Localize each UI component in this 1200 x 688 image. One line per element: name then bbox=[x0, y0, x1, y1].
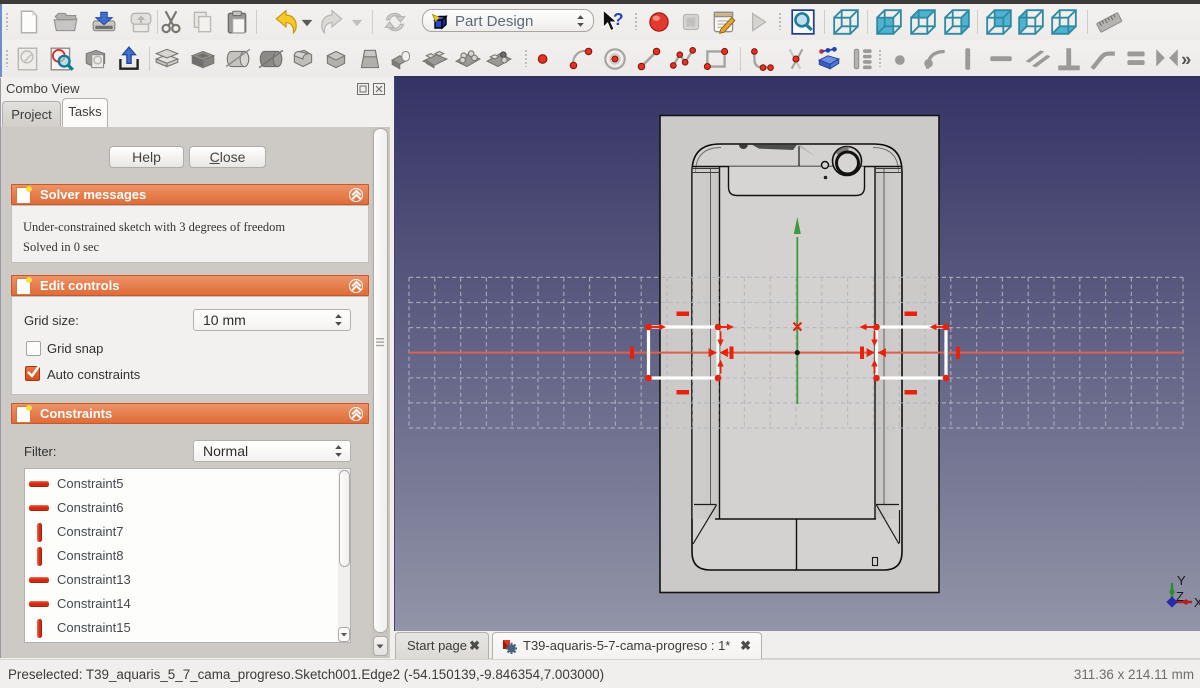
svg-text:Z: Z bbox=[1176, 589, 1184, 604]
svg-text:X: X bbox=[1194, 595, 1200, 610]
svg-text:»: » bbox=[1181, 48, 1191, 69]
svg-text:?: ? bbox=[613, 9, 624, 29]
svg-text:Y: Y bbox=[1177, 573, 1186, 588]
